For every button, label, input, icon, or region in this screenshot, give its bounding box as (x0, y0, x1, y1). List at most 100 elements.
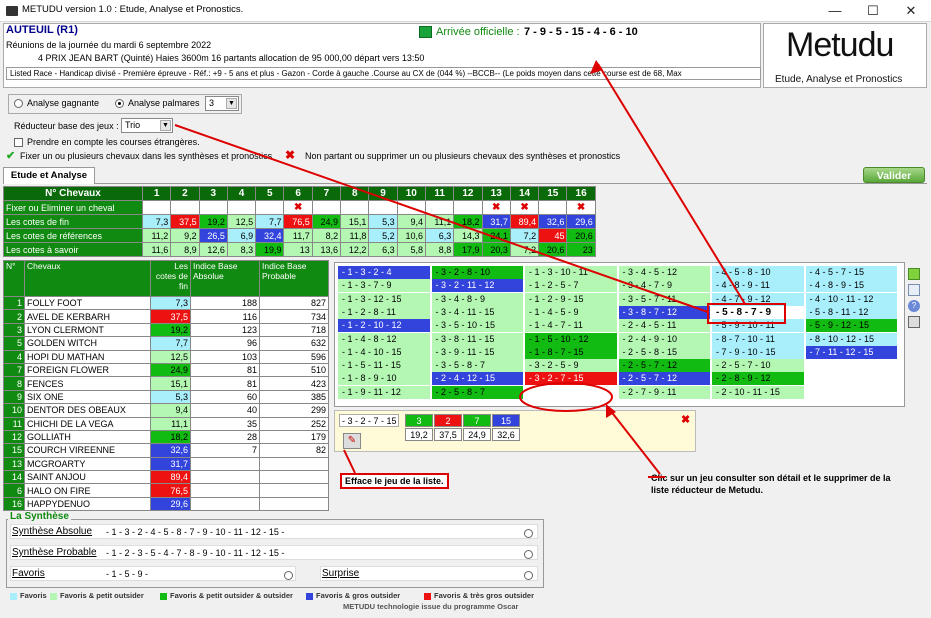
combo-item[interactable]: - 1 - 2 - 9 - 15 (525, 292, 617, 306)
fix-toggle-cell[interactable] (255, 200, 285, 215)
palmares-select[interactable]: 3 ▼ (205, 96, 239, 111)
combo-item[interactable]: - 4 - 7 - 9 - 12 (712, 292, 804, 306)
combo-item[interactable]: - 1 - 2 - 8 - 11 (338, 305, 430, 319)
combo-item[interactable]: - 2 - 4 - 12 - 15 (431, 372, 523, 386)
fix-toggle-cell[interactable] (170, 200, 200, 215)
etrangeres-checkbox[interactable] (14, 138, 23, 147)
combo-item[interactable]: - 1 - 3 - 10 - 11 (525, 266, 617, 279)
combo-item[interactable]: - 5 - 9 - 12 - 15 (805, 319, 897, 333)
table-row[interactable]: 11 CHICHI DE LA VEGA 11,1 35 252 (3, 416, 329, 431)
combo-item[interactable]: - 8 - 7 - 10 - 11 (712, 332, 804, 346)
fix-toggle-cell[interactable] (141, 200, 172, 215)
combo-item[interactable]: - 2 - 5 - 7 - 12 (618, 372, 710, 386)
fix-toggle-cell[interactable] (226, 200, 257, 215)
maximize-button[interactable]: ☐ (854, 0, 892, 22)
table-row[interactable]: 7 FOREIGN FLOWER 24,9 81 510 (3, 362, 329, 378)
close-button[interactable]: ✕ (892, 0, 930, 22)
combo-item[interactable]: - 3 - 5 - 7 - 11 (618, 292, 710, 306)
combo-item[interactable]: - 3 - 4 - 8 - 9 (431, 292, 523, 306)
fix-toggle-cell[interactable]: ✖ (283, 200, 313, 215)
table-row[interactable]: 3 LYON CLERMONT 19,2 123 718 (3, 322, 329, 338)
combo-item[interactable]: - 1 - 8 - 9 - 10 (338, 372, 430, 386)
fix-toggle-cell[interactable] (198, 200, 228, 215)
combo-item[interactable]: - 2 - 5 - 7 - 12 (618, 359, 710, 373)
table-row[interactable]: 6 HALO ON FIRE 76,5 (3, 483, 329, 498)
combo-item[interactable]: - 2 - 10 - 11 - 15 (712, 385, 804, 399)
print-icon[interactable] (908, 316, 920, 328)
table-row[interactable]: 10 DENTOR DES OBEAUX 9,4 40 299 (3, 403, 329, 418)
combo-item[interactable]: - 8 - 10 - 12 - 15 (805, 332, 897, 346)
combo-item[interactable]: - 2 - 5 - 7 - 10 (712, 359, 804, 373)
combo-item[interactable]: - 3 - 4 - 11 - 15 (431, 305, 523, 319)
radio-analyse-palmares[interactable] (115, 99, 124, 108)
combo-item[interactable]: - 1 - 3 - 12 - 15 (338, 292, 430, 306)
combo-item[interactable]: - 3 - 4 - 7 - 9 (618, 279, 710, 293)
radio-analyse-gagnante[interactable] (14, 99, 23, 108)
combo-item[interactable]: - 3 - 8 - 7 - 12 (618, 305, 710, 319)
green-square-icon[interactable] (908, 268, 920, 280)
synthese-probable-label[interactable]: Synthèse Probable (12, 547, 97, 558)
combo-item[interactable]: - 5 - 9 - 10 - 11 (712, 319, 804, 333)
fix-toggle-cell[interactable] (396, 200, 426, 215)
fix-toggle-cell[interactable] (453, 200, 483, 215)
combo-item[interactable]: - 2 - 4 - 5 - 11 (618, 319, 710, 333)
combo-item[interactable]: - 1 - 2 - 5 - 7 (525, 279, 617, 293)
combo-item[interactable]: - 1 - 9 - 11 - 12 (338, 385, 430, 399)
tab-etude-analyse[interactable]: Etude et Analyse (3, 167, 95, 184)
combo-item[interactable]: - 3 - 9 - 11 - 15 (431, 345, 523, 359)
combo-item[interactable]: - 5 - 8 - 7 - 9 (712, 305, 804, 319)
table-row[interactable]: 14 SAINT ANJOU 89,4 (3, 470, 329, 485)
delete-icon[interactable]: ✖ (681, 413, 690, 426)
synthese-absolue-label[interactable]: Synthèse Absolue (12, 526, 92, 537)
fix-toggle-cell[interactable] (538, 200, 568, 215)
combo-item[interactable]: - 1 - 2 - 10 - 12 (338, 319, 430, 333)
fix-toggle-cell[interactable] (424, 200, 455, 215)
fix-toggle-cell[interactable]: ✖ (481, 200, 511, 215)
combo-item[interactable]: - 2 - 4 - 9 - 10 (618, 332, 710, 346)
combo-item[interactable]: - 5 - 8 - 11 - 12 (805, 305, 897, 319)
combo-item[interactable]: - 1 - 4 - 10 - 15 (338, 345, 430, 359)
table-row[interactable]: 15 COURCH VIREENNE 32,6 7 82 (3, 443, 329, 458)
combo-item[interactable]: - 1 - 4 - 7 - 11 (525, 319, 617, 333)
combo-item[interactable]: - 2 - 8 - 9 - 12 (712, 372, 804, 386)
reducteur-select[interactable]: Trio ▼ (121, 118, 173, 133)
table-row[interactable]: 8 FENCES 15,1 81 423 (3, 376, 329, 391)
combo-item[interactable]: - 4 - 10 - 11 - 12 (805, 292, 897, 306)
combo-item[interactable]: - 3 - 8 - 11 - 15 (431, 332, 523, 346)
combo-item[interactable]: - 7 - 11 - 12 - 15 (805, 345, 897, 359)
combo-item[interactable]: - 1 - 3 - 7 - 9 (338, 279, 430, 293)
radio-synthese-probable[interactable] (524, 550, 533, 559)
combo-item[interactable]: - 2 - 5 - 8 - 7 (431, 385, 523, 399)
combo-item[interactable]: - 3 - 2 - 8 - 10 (431, 266, 523, 279)
help-icon[interactable]: ? (908, 300, 920, 312)
combo-item[interactable]: - 4 - 5 - 8 - 10 (712, 266, 804, 279)
combo-item[interactable]: - 1 - 8 - 7 - 15 (525, 345, 617, 359)
combo-item[interactable]: - 2 - 7 - 9 - 11 (618, 385, 710, 399)
favoris-label[interactable]: Favoris (12, 568, 45, 579)
radio-favoris[interactable] (284, 571, 293, 580)
combo-item[interactable]: - 1 - 4 - 8 - 12 (338, 332, 430, 346)
edit-icon[interactable] (908, 284, 920, 296)
combo-item[interactable]: - 3 - 2 - 11 - 12 (431, 279, 523, 293)
table-row[interactable]: 13 MCGROARTY 31,7 (3, 456, 329, 472)
combo-item[interactable]: - 3 - 5 - 10 - 15 (431, 319, 523, 333)
combo-item[interactable]: - 4 - 8 - 9 - 15 (805, 279, 897, 293)
fix-toggle-cell[interactable] (311, 200, 342, 215)
table-row[interactable]: 1 FOLLY FOOT 7,3 188 827 (3, 295, 329, 311)
combo-item[interactable]: - 4 - 8 - 9 - 11 (712, 279, 804, 293)
valider-button[interactable]: Valider (863, 167, 925, 183)
surprise-label[interactable]: Surprise (322, 568, 359, 579)
table-row[interactable]: 2 AVEL DE KERBARH 37,5 116 734 (3, 309, 329, 324)
fix-toggle-cell[interactable] (368, 200, 398, 215)
erase-icon[interactable]: ✎ (343, 433, 361, 449)
combo-item[interactable]: - 1 - 5 - 11 - 15 (338, 359, 430, 373)
combo-item[interactable]: - 3 - 2 - 5 - 9 (525, 359, 617, 373)
table-row[interactable]: 5 GOLDEN WITCH 7,7 96 632 (3, 336, 329, 351)
table-row[interactable]: 12 GOLLIATH 18,2 28 179 (3, 429, 329, 445)
fix-toggle-cell[interactable]: ✖ (566, 200, 596, 215)
radio-synthese-absolue[interactable] (524, 529, 533, 538)
table-row[interactable]: 4 HOPI DU MATHAN 12,5 103 596 (3, 349, 329, 364)
combo-item[interactable]: - 3 - 2 - 7 - 15 (525, 372, 617, 386)
fix-toggle-cell[interactable]: ✖ (509, 200, 540, 215)
combo-item[interactable]: - 3 - 5 - 8 - 7 (431, 359, 523, 373)
